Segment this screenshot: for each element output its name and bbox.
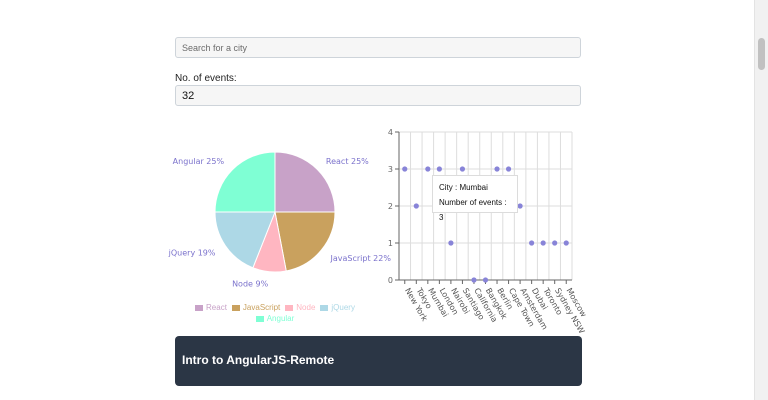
x-tick-label: New York	[403, 287, 429, 324]
legend-label: React	[206, 303, 227, 312]
legend-label: jQuery	[331, 303, 355, 312]
scatter-point[interactable]	[529, 240, 535, 246]
x-tick-label: Sydney NSW	[553, 287, 586, 336]
scatter-point[interactable]	[552, 240, 558, 246]
pie-slice-angular[interactable]	[214, 151, 276, 213]
scrollbar-thumb[interactable]	[758, 38, 765, 70]
x-tick-label: Santiago	[461, 287, 486, 322]
x-tick-label: Moscow	[565, 287, 589, 319]
scatter-point[interactable]	[448, 240, 454, 246]
x-tick-label: Toronto	[541, 286, 564, 317]
events-count-label: No. of events:	[175, 73, 237, 84]
x-tick-label: Amsterdam	[518, 287, 549, 332]
x-tick-label: California	[472, 287, 499, 324]
legend-swatch	[231, 304, 240, 311]
scatter-point[interactable]	[425, 166, 431, 172]
legend-swatch	[255, 315, 264, 322]
pie-label-angular: Angular 25%	[173, 157, 225, 166]
pie-label-react: React 25%	[326, 157, 369, 166]
pie-label-node: Node 9%	[232, 280, 269, 289]
y-tick-label: 3	[388, 165, 393, 174]
tooltip-events: Number of events : 3	[439, 198, 507, 222]
event-card-header[interactable]: Intro to AngularJS-Remote	[175, 336, 582, 386]
legend-item-javascript[interactable]: JavaScript	[231, 303, 281, 312]
legend-label: Node	[296, 303, 316, 312]
x-tick-label: Nairobi	[449, 287, 471, 316]
y-tick-label: 2	[388, 202, 393, 211]
pie-slice-react[interactable]	[274, 151, 336, 213]
scatter-point[interactable]	[436, 166, 442, 172]
x-tick-label: Berlin	[495, 287, 514, 312]
x-tick-label: Tokyo	[414, 286, 434, 311]
legend-item-node[interactable]: Node	[285, 303, 315, 312]
legend-swatch	[320, 304, 329, 311]
scatter-point[interactable]	[563, 240, 569, 246]
y-tick-label: 1	[388, 239, 393, 248]
pie-legend: React JavaScript Node jQuery Angular	[175, 303, 375, 325]
pie-label-javascript: JavaScript 22%	[330, 254, 392, 263]
search-input[interactable]	[175, 37, 581, 58]
x-tick-label: Mumbai	[426, 287, 450, 319]
legend-item-jquery[interactable]: jQuery	[320, 303, 355, 312]
y-tick-label: 4	[388, 128, 393, 137]
pie-label-jquery: jQuery 19%	[168, 249, 216, 258]
legend-label: Angular	[266, 314, 295, 323]
scatter-point[interactable]	[471, 277, 477, 283]
events-count-input[interactable]	[175, 85, 581, 106]
legend-label: JavaScript	[242, 303, 281, 312]
x-tick-label: Cape Town	[507, 287, 536, 329]
pie-slice-jquery[interactable]	[214, 211, 276, 269]
pie-slice-node[interactable]	[252, 210, 287, 273]
scatter-point[interactable]	[482, 277, 489, 283]
legend-item-angular[interactable]: Angular	[255, 314, 295, 323]
page-scrollbar[interactable]	[754, 0, 768, 400]
x-tick-label: Dubai	[530, 287, 550, 312]
event-title: Intro to AngularJS-Remote	[182, 353, 335, 367]
legend-item-react[interactable]: React	[195, 303, 227, 312]
scatter-point[interactable]	[459, 166, 466, 172]
scatter-point[interactable]	[402, 166, 408, 172]
y-tick-label: 0	[388, 276, 393, 285]
tooltip-city: City : Mumbai	[439, 183, 488, 192]
x-tick-label: London	[438, 287, 460, 317]
scatter-point[interactable]	[494, 166, 500, 172]
legend-swatch	[195, 304, 204, 311]
scatter-point[interactable]	[413, 203, 419, 209]
scatter-point[interactable]	[517, 203, 523, 209]
x-tick-label: Bangkok	[484, 287, 509, 322]
scatter-point[interactable]	[505, 166, 512, 172]
chart-tooltip: City : Mumbai Number of events : 3	[432, 175, 518, 222]
scatter-point[interactable]	[540, 240, 546, 246]
legend-swatch	[285, 304, 294, 311]
pie-slice-javascript[interactable]	[274, 211, 336, 272]
